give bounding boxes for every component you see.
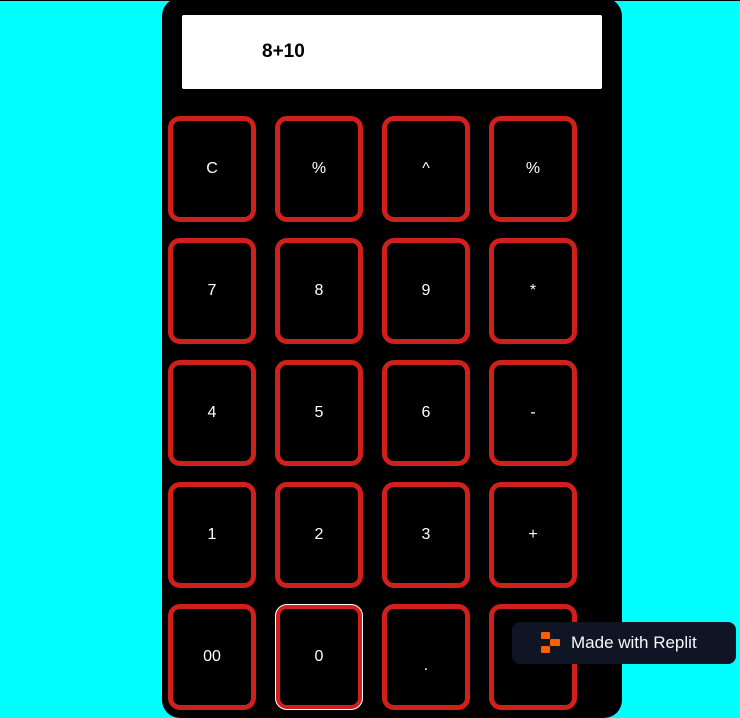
key-2[interactable]: 2 <box>275 482 363 588</box>
key-4[interactable]: 4 <box>168 360 256 466</box>
key-power[interactable]: ^ <box>382 116 470 222</box>
key-subtract[interactable]: - <box>489 360 577 466</box>
display-expression: 8+10 <box>262 41 305 62</box>
key-5[interactable]: 5 <box>275 360 363 466</box>
calculator: 8+10 C % ^ % 7 8 9 * 4 5 6 - 1 2 3 + 00 … <box>162 0 622 718</box>
key-double-zero[interactable]: 00 <box>168 604 256 710</box>
key-clear[interactable]: C <box>168 116 256 222</box>
key-decimal-label: . <box>423 657 429 674</box>
replit-logo-icon <box>541 632 561 654</box>
key-add[interactable]: + <box>489 482 577 588</box>
key-8[interactable]: 8 <box>275 238 363 344</box>
key-3[interactable]: 3 <box>382 482 470 588</box>
made-with-replit-badge[interactable]: Made with Replit <box>512 622 736 664</box>
key-decimal[interactable]: . <box>382 604 470 710</box>
key-6[interactable]: 6 <box>382 360 470 466</box>
key-7[interactable]: 7 <box>168 238 256 344</box>
key-percent[interactable]: % <box>275 116 363 222</box>
key-0[interactable]: 0 <box>275 604 363 710</box>
key-1[interactable]: 1 <box>168 482 256 588</box>
key-9[interactable]: 9 <box>382 238 470 344</box>
badge-label: Made with Replit <box>571 633 697 652</box>
key-percent-2[interactable]: % <box>489 116 577 222</box>
calculator-display: 8+10 <box>182 15 602 89</box>
key-multiply[interactable]: * <box>489 238 577 344</box>
